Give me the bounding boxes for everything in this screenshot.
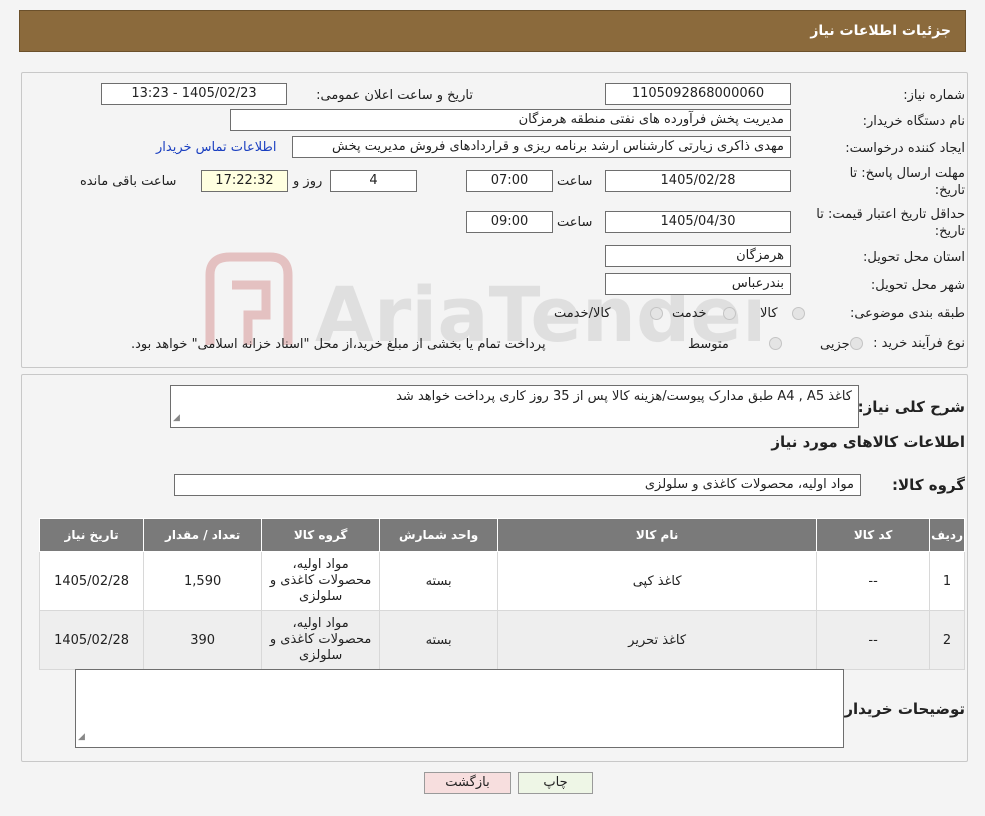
province-label: استان محل تحویل:	[863, 250, 965, 265]
validity-time-field: 09:00	[466, 211, 553, 233]
reply-deadline-label: مهلت ارسال پاسخ: تا	[849, 166, 965, 181]
announce-date-field: 1405/02/23 - 13:23	[101, 83, 287, 105]
description-text: کاغذ A4 , A5 طبق مدارک پیوست/هزینه کالا …	[396, 389, 852, 404]
col-header-date: تاریخ نیاز	[38, 518, 145, 552]
watermark-logo-icon	[205, 252, 293, 345]
creator-label: ایجاد کننده درخواست:	[845, 141, 965, 156]
col-header-group: گروه کالا	[261, 518, 381, 552]
category-label: طبقه بندی موضوعی:	[849, 306, 965, 321]
process-radio-minor[interactable]	[850, 337, 863, 350]
validity-time-label: ساعت	[557, 215, 593, 230]
goods-table-header-row: ردیف کد کالا نام کالا واحد شمارش گروه کا…	[38, 518, 965, 552]
cell-qty: 390	[143, 610, 263, 670]
description-textarea[interactable]: کاغذ A4 , A5 طبق مدارک پیوست/هزینه کالا …	[170, 385, 859, 428]
cell-row-number: 1	[929, 551, 965, 611]
process-option-minor: جزیی	[820, 337, 850, 352]
cell-row-number: 2	[929, 610, 965, 670]
process-note: پرداخت تمام یا بخشی از مبلغ خرید،از محل …	[131, 337, 546, 352]
price-validity-label: حداقل تاریخ اعتبار قیمت: تا	[816, 207, 965, 222]
days-remaining-field: 4	[330, 170, 417, 192]
table-row: 2 -- کاغذ تحریر بسته مواد اولیه، محصولات…	[38, 610, 965, 670]
reply-time-label: ساعت	[557, 174, 593, 189]
buyer-org-label: نام دستگاه خریدار:	[862, 114, 965, 129]
resize-grip-icon: ◢	[78, 732, 85, 742]
reply-time-field: 07:00	[466, 170, 553, 192]
goods-group-field: مواد اولیه، محصولات کاغذی و سلولزی	[174, 474, 861, 496]
goods-info-title: اطلاعات کالاهای مورد نیاز	[771, 433, 965, 451]
cell-code: --	[816, 551, 931, 611]
price-validity-label-2: تاریخ:	[934, 224, 965, 239]
col-header-code: کد کالا	[816, 518, 931, 552]
city-field: بندرعباس	[605, 273, 791, 295]
cell-code: --	[816, 610, 931, 670]
need-number-field: 1105092868000060	[605, 83, 791, 105]
remaining-time-field: 17:22:32	[201, 170, 288, 192]
buyer-org-field: مدیریت پخش فرآورده های نفتی منطقه هرمزگا…	[230, 109, 791, 131]
reply-date-field: 1405/02/28	[605, 170, 791, 192]
cell-date: 1405/02/28	[38, 610, 145, 670]
page-title: جزئیات اطلاعات نیاز	[810, 23, 951, 39]
print-button[interactable]: چاپ	[518, 772, 593, 794]
cell-unit: بسته	[379, 610, 499, 670]
goods-table-wrapper: ردیف کد کالا نام کالا واحد شمارش گروه کا…	[38, 518, 965, 670]
process-radio-medium[interactable]	[769, 337, 782, 350]
cell-group: مواد اولیه، محصولات کاغذی و سلولزی	[261, 610, 381, 670]
category-option-goods-service: کالا/خدمت	[554, 306, 611, 321]
goods-group-label: گروه کالا:	[892, 476, 965, 494]
col-header-qty: تعداد / مقدار	[143, 518, 263, 552]
col-header-row-number: ردیف	[929, 518, 965, 552]
buyer-contact-link[interactable]: اطلاعات تماس خریدار	[156, 140, 276, 155]
page-header: جزئیات اطلاعات نیاز	[19, 10, 966, 52]
cell-date: 1405/02/28	[38, 551, 145, 611]
buyer-notes-label: توضیحات خریدار:	[838, 700, 965, 718]
validity-date-field: 1405/04/30	[605, 211, 791, 233]
cell-unit: بسته	[379, 551, 499, 611]
category-radio-goods-service[interactable]	[650, 307, 663, 320]
city-label: شهر محل تحویل:	[870, 278, 965, 293]
reply-deadline-label-2: تاریخ:	[934, 183, 965, 198]
process-option-medium: متوسط	[688, 337, 729, 352]
cell-name: کاغذ کپی	[497, 551, 818, 611]
buyer-notes-textarea[interactable]: ◢	[75, 669, 844, 748]
resize-grip-icon: ◢	[173, 413, 180, 423]
process-label: نوع فرآیند خرید :	[873, 336, 965, 351]
goods-table: ردیف کد کالا نام کالا واحد شمارش گروه کا…	[38, 518, 965, 670]
col-header-name: نام کالا	[497, 518, 818, 552]
category-option-goods: کالا	[760, 306, 778, 321]
table-row: 1 -- کاغذ کپی بسته مواد اولیه، محصولات ک…	[38, 551, 965, 611]
category-radio-service[interactable]	[723, 307, 736, 320]
need-number-label: شماره نیاز:	[903, 88, 965, 103]
announce-date-label: تاریخ و ساعت اعلان عمومی:	[316, 88, 473, 103]
back-button[interactable]: بازگشت	[424, 772, 511, 794]
province-field: هرمزگان	[605, 245, 791, 267]
cell-qty: 1,590	[143, 551, 263, 611]
description-label: شرح کلی نیاز:	[857, 398, 965, 416]
col-header-unit: واحد شمارش	[379, 518, 499, 552]
category-option-service: خدمت	[672, 306, 707, 321]
creator-field: مهدی ذاکری زیارتی کارشناس ارشد برنامه ری…	[292, 136, 791, 158]
cell-group: مواد اولیه، محصولات کاغذی و سلولزی	[261, 551, 381, 611]
category-radio-goods[interactable]	[792, 307, 805, 320]
remaining-time-label: ساعت باقی مانده	[80, 174, 177, 189]
cell-name: کاغذ تحریر	[497, 610, 818, 670]
days-label: روز و	[293, 174, 323, 189]
